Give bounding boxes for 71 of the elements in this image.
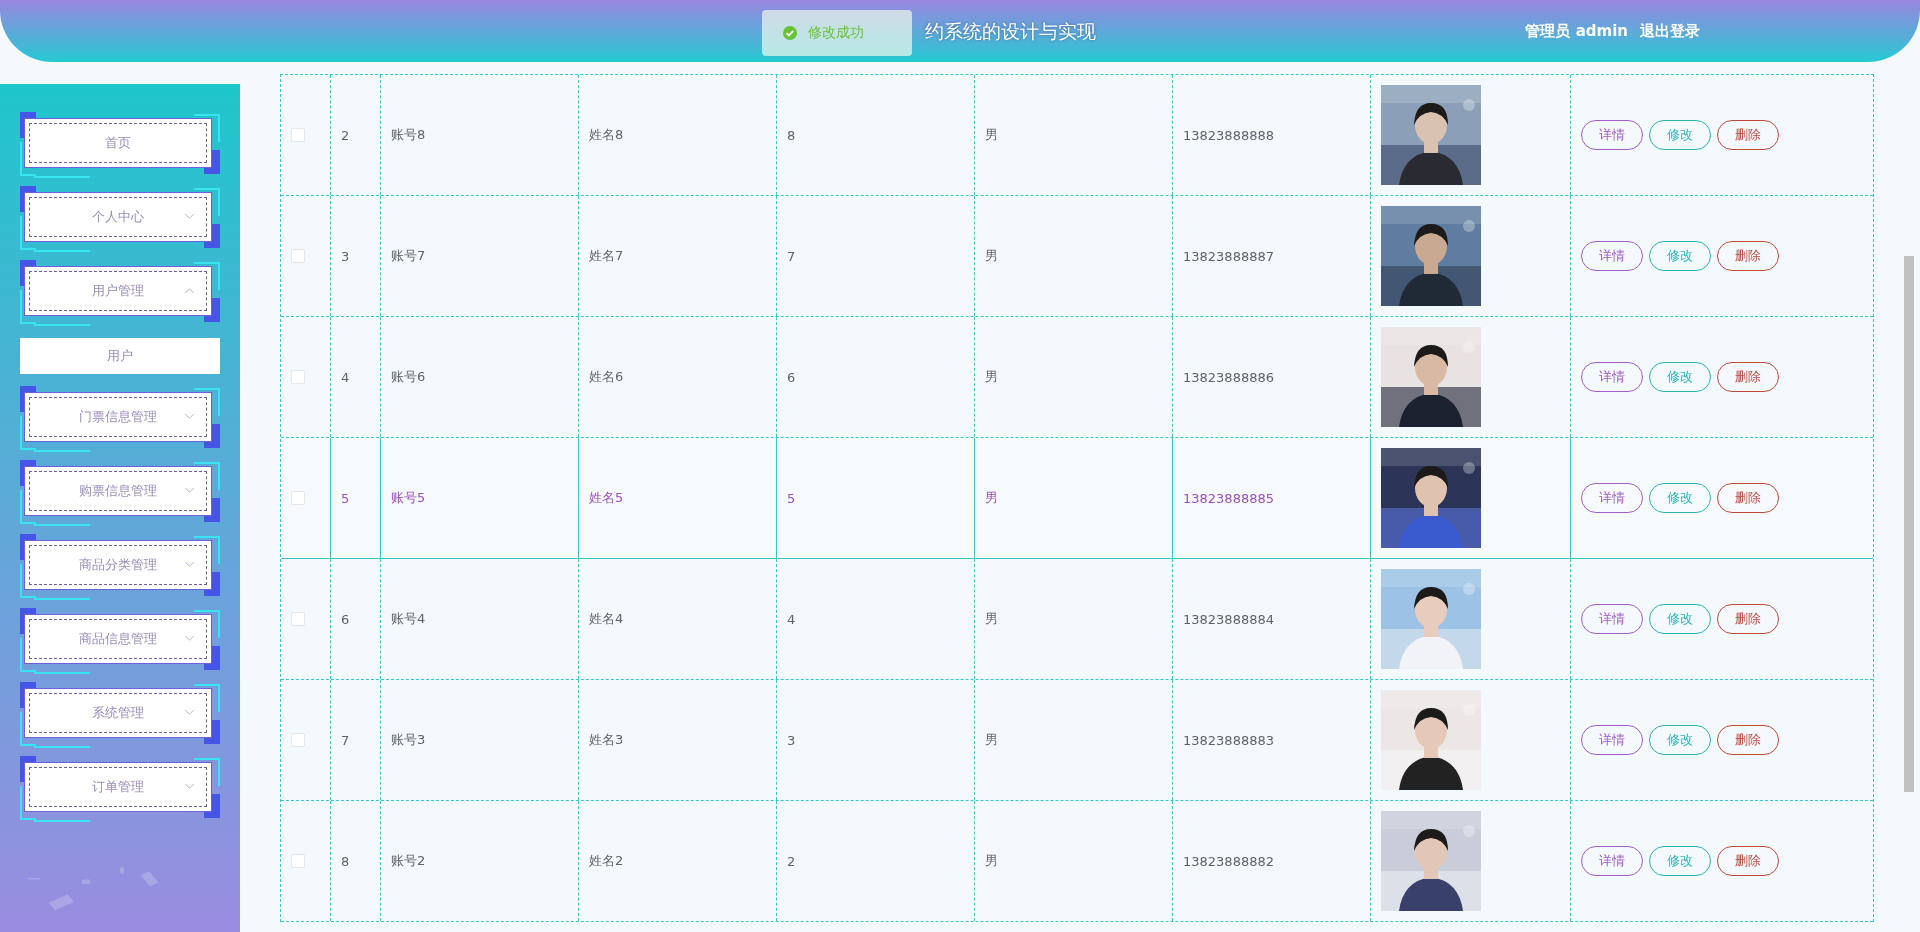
table-row[interactable]: 8 账号2 姓名2 2 男 13823888882 详情 修改 删除 bbox=[281, 801, 1873, 922]
chevron-down-icon bbox=[184, 213, 195, 220]
chevron-up-icon bbox=[184, 287, 195, 294]
table-cell: 6 bbox=[341, 611, 350, 627]
table-cell: 姓名4 bbox=[589, 610, 624, 628]
submenu-item[interactable]: 用户 bbox=[20, 338, 220, 374]
table-row[interactable]: 5 账号5 姓名5 5 男 13823888885 详情 修改 删除 bbox=[281, 438, 1873, 559]
table-cell: 账号2 bbox=[391, 852, 426, 870]
table-cell: 2 bbox=[787, 853, 796, 869]
table-cell: 男 bbox=[985, 247, 998, 265]
table-cell: 6 bbox=[787, 369, 796, 385]
system-title: 约系统的设计与实现 bbox=[925, 19, 1096, 44]
chevron-down-icon bbox=[184, 561, 195, 568]
table-cell: 13823888882 bbox=[1183, 853, 1274, 869]
table-row[interactable]: 2 账号8 姓名8 8 男 13823888888 详情 修改 删除 bbox=[281, 75, 1873, 196]
table-cell: 13823888884 bbox=[1183, 611, 1274, 627]
table-row[interactable]: 3 账号7 姓名7 7 男 13823888887 详情 修改 删除 bbox=[281, 196, 1873, 317]
row-checkbox[interactable] bbox=[291, 128, 305, 142]
table-cell: 7 bbox=[787, 248, 796, 264]
table-cell: 男 bbox=[985, 852, 998, 870]
chevron-down-icon bbox=[184, 635, 195, 642]
table-cell: 13823888888 bbox=[1183, 127, 1274, 143]
table-cell: 账号3 bbox=[391, 731, 426, 749]
table-cell: 姓名3 bbox=[589, 731, 624, 749]
table-cell: 账号5 bbox=[391, 489, 426, 507]
table-cell: 7 bbox=[341, 732, 350, 748]
table-cell: 姓名7 bbox=[589, 247, 624, 265]
check-circle-icon bbox=[782, 25, 798, 41]
table-cell: 男 bbox=[985, 126, 998, 144]
table-cell: 男 bbox=[985, 731, 998, 749]
table-cell: 姓名6 bbox=[589, 368, 624, 386]
row-checkbox[interactable] bbox=[291, 612, 305, 626]
chevron-down-icon bbox=[184, 413, 195, 420]
table-cell: 男 bbox=[985, 610, 998, 628]
table-cell: 4 bbox=[787, 611, 796, 627]
table-cell: 账号7 bbox=[391, 247, 426, 265]
table-cell: 13823888883 bbox=[1183, 732, 1274, 748]
table-cell: 13823888886 bbox=[1183, 369, 1274, 385]
table-row[interactable]: 7 账号3 姓名3 3 男 13823888883 详情 修改 删除 bbox=[281, 680, 1873, 801]
row-checkbox[interactable] bbox=[291, 733, 305, 747]
table-row[interactable]: 4 账号6 姓名6 6 男 13823888886 详情 修改 删除 bbox=[281, 317, 1873, 438]
admin-label: 管理员 admin bbox=[1525, 21, 1628, 41]
table-cell: 5 bbox=[341, 490, 350, 506]
table-cell: 3 bbox=[341, 248, 350, 264]
table-cell: 8 bbox=[341, 853, 350, 869]
logout-link[interactable]: 退出登录 bbox=[1640, 21, 1700, 41]
table-cell: 姓名8 bbox=[589, 126, 624, 144]
table-cell: 姓名2 bbox=[589, 852, 624, 870]
table-cell: 3 bbox=[787, 732, 796, 748]
table-row[interactable]: 6 账号4 姓名4 4 男 13823888884 详情 修改 删除 bbox=[281, 559, 1873, 680]
scrollbar-thumb[interactable] bbox=[1904, 256, 1914, 792]
row-checkbox[interactable] bbox=[291, 491, 305, 505]
chevron-down-icon bbox=[184, 783, 195, 790]
table-cell: 13823888885 bbox=[1183, 490, 1274, 506]
table-cell: 8 bbox=[787, 127, 796, 143]
table-cell: 男 bbox=[985, 489, 998, 507]
chevron-down-icon bbox=[184, 709, 195, 716]
table-cell: 5 bbox=[787, 490, 796, 506]
table-cell: 姓名5 bbox=[589, 489, 624, 507]
table-cell: 账号6 bbox=[391, 368, 426, 386]
table-cell: 13823888887 bbox=[1183, 248, 1274, 264]
chevron-down-icon bbox=[184, 487, 195, 494]
table-cell: 2 bbox=[341, 127, 350, 143]
row-checkbox[interactable] bbox=[291, 854, 305, 868]
table-cell: 男 bbox=[985, 368, 998, 386]
toast-message: 修改成功 bbox=[808, 24, 864, 42]
row-checkbox[interactable] bbox=[291, 249, 305, 263]
table-cell: 4 bbox=[341, 369, 350, 385]
table-cell: 账号8 bbox=[391, 126, 426, 144]
table-cell: 账号4 bbox=[391, 610, 426, 628]
row-checkbox[interactable] bbox=[291, 370, 305, 384]
